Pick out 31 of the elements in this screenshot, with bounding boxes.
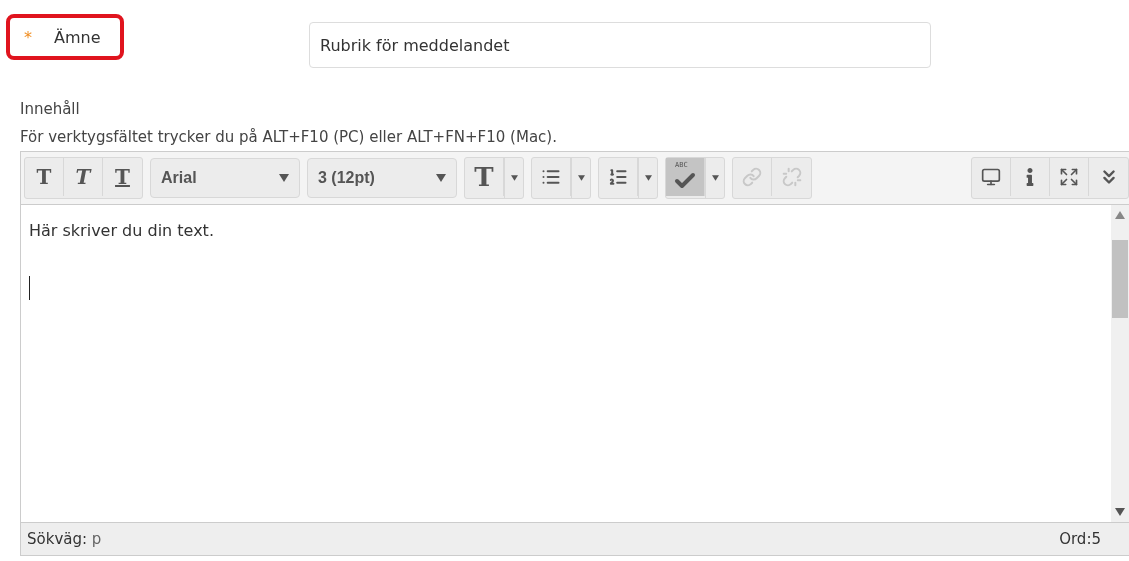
subject-field[interactable]: Rubrik för meddelandet [309,22,931,68]
text-color-icon: T [474,162,494,192]
fullscreen-icon [1059,167,1079,187]
color-button[interactable]: T [465,158,504,196]
monitor-icon [981,167,1001,187]
scrollbar[interactable] [1111,205,1129,522]
scroll-down-icon[interactable] [1115,508,1125,516]
underline-button[interactable]: T [103,158,142,196]
unlink-icon [781,167,802,187]
link-icon [742,167,762,187]
dropdown-arrow-icon [436,174,446,182]
bullet-list-icon [541,167,561,187]
dropdown[interactable]: 3 (12pt) [307,158,457,198]
required-mark: * [24,27,32,47]
italic-button[interactable]: T [64,158,103,196]
bold-icon: T [36,165,52,189]
editor-text: Här skriver du din text. [29,221,215,240]
path-text: Sökväg: p [27,530,102,548]
word-count: Ord:5 [1059,530,1101,548]
content-label: Innehåll [20,99,81,120]
scroll-thumb[interactable] [1112,239,1128,318]
underline-icon: T [115,165,130,189]
bold-button[interactable]: T [25,158,64,196]
scroll-up-icon[interactable] [1115,211,1125,219]
italic-icon: T [75,165,91,189]
toolbar-hint: För verktygsfältet trycker du på ALT+F10 (PC) eller ALT+FN+F10 (Mac). [20,127,558,148]
numbered-list-icon [608,167,628,187]
text-cursor [29,276,30,300]
dropdown-arrow-icon [279,174,289,182]
dropdown[interactable]: Arial [150,158,300,198]
subject-label: Ämne [54,27,101,47]
